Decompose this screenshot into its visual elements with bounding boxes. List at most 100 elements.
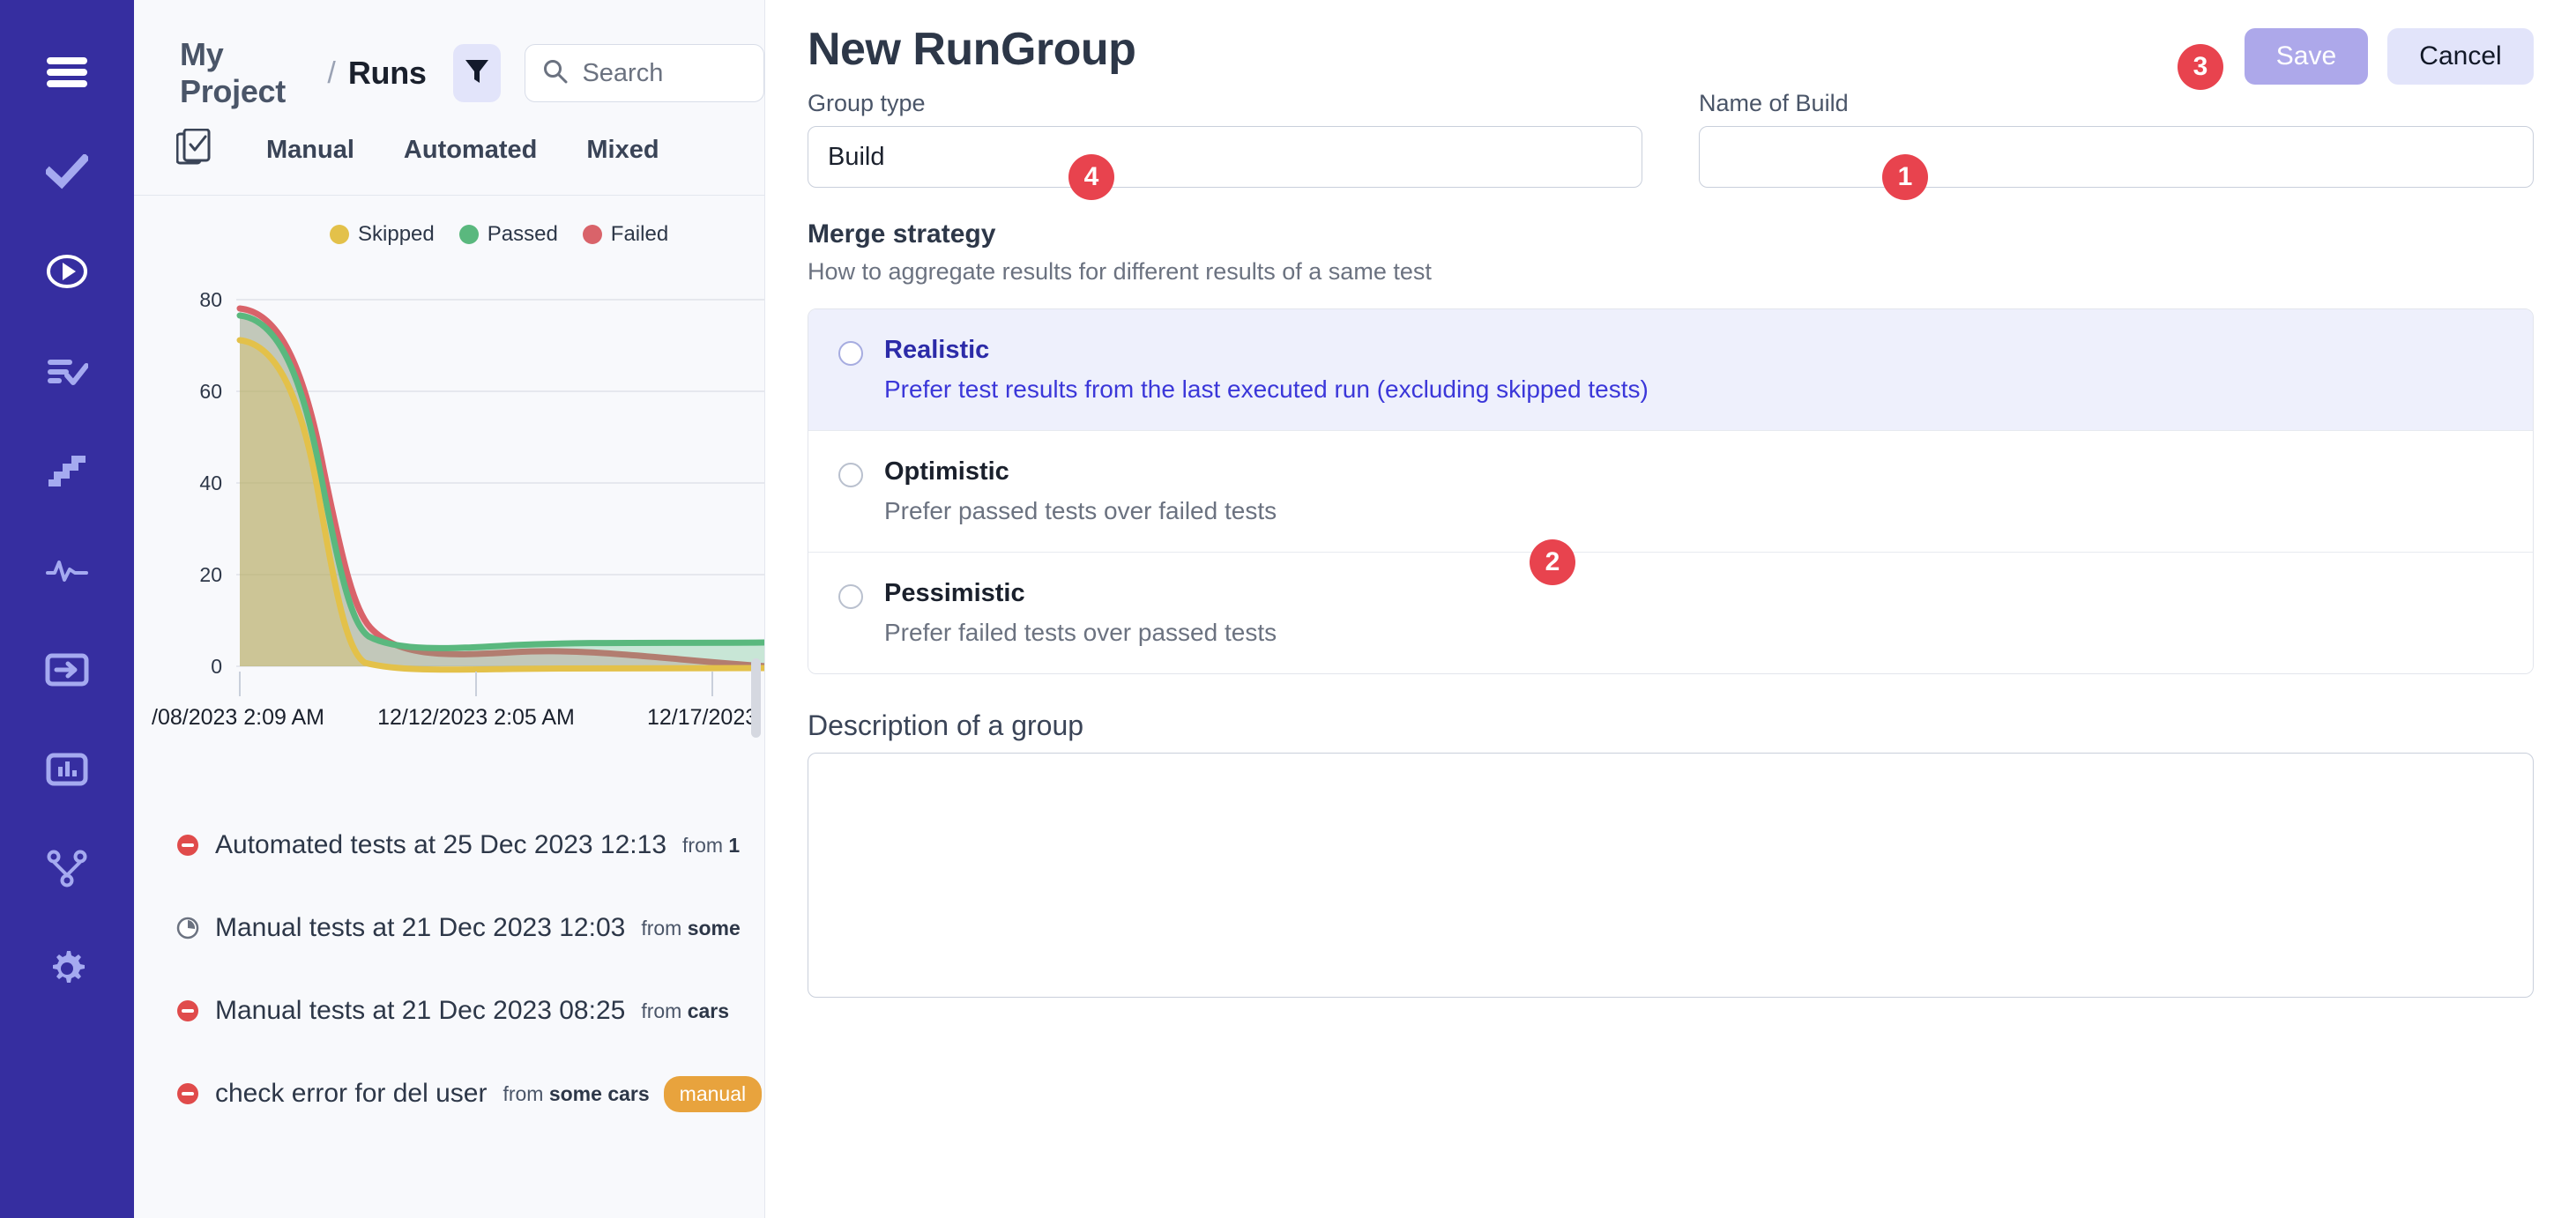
name-of-build-label: Name of Build: [1699, 90, 1849, 116]
tab-manual[interactable]: Manual: [242, 136, 379, 165]
legend-item-failed[interactable]: Failed: [582, 222, 669, 247]
radio-realistic[interactable]: [838, 341, 863, 366]
name-of-build-field: Name of Build: [1699, 90, 2534, 188]
checklist-icon: [175, 128, 212, 172]
list-item[interactable]: check error for del user from some cars …: [134, 1052, 764, 1135]
activity-pulse-icon: [46, 557, 88, 583]
svg-text:40: 40: [199, 472, 222, 494]
list-item[interactable]: Manual tests at 21 Dec 2023 12:03 from s…: [134, 887, 764, 969]
sidebar-item-steps[interactable]: [32, 435, 102, 506]
strategy-option-pessimistic[interactable]: Pessimistic Prefer failed tests over pas…: [808, 553, 2533, 673]
sidebar-item-plans[interactable]: [32, 336, 102, 406]
check-icon: [46, 154, 88, 189]
strategy-description: Prefer test results from the last execut…: [884, 375, 1649, 403]
strategy-option-realistic[interactable]: Realistic Prefer test results from the l…: [808, 309, 2533, 431]
svg-text:60: 60: [199, 380, 222, 403]
radio-optimistic[interactable]: [838, 463, 863, 487]
legend-dot-skipped: [330, 225, 349, 244]
sidebar-item-runs[interactable]: [32, 236, 102, 307]
legend-item-skipped[interactable]: Skipped: [330, 222, 435, 247]
group-type-label: Group type: [808, 90, 926, 116]
strategy-description: Prefer failed tests over passed tests: [884, 619, 1277, 646]
status-in-progress-icon: [176, 917, 199, 939]
legend-label-failed: Failed: [610, 222, 669, 246]
hamburger-menu-icon: [47, 56, 87, 89]
form-header: New RunGroup Save Cancel: [808, 19, 2534, 85]
svg-text:0: 0: [211, 655, 222, 678]
legend-dot-passed: [458, 225, 479, 244]
search-input[interactable]: Search: [525, 44, 764, 102]
tab-all-icon-cell[interactable]: [175, 128, 242, 172]
gear-icon: [46, 947, 88, 990]
svg-text:80: 80: [199, 288, 222, 311]
sidebar-item-reports[interactable]: [32, 734, 102, 805]
import-arrow-icon: [45, 653, 89, 687]
new-rungroup-form: New RunGroup Save Cancel Group type Name…: [765, 0, 2576, 1218]
run-title: Manual tests at 21 Dec 2023 08:25: [215, 996, 626, 1025]
sidebar-item-menu[interactable]: [32, 37, 102, 108]
status-failed-icon: [176, 834, 199, 857]
run-source: from some: [641, 916, 741, 939]
run-source: from 1: [682, 833, 741, 857]
svg-text:/08/2023 2:09 AM: /08/2023 2:09 AM: [152, 705, 324, 730]
svg-text:12/17/2023 2: 12/17/2023 2: [647, 705, 765, 730]
legend-item-passed[interactable]: Passed: [458, 222, 558, 247]
tab-bar: Manual Automated Mixed: [134, 106, 764, 196]
run-title: Manual tests at 21 Dec 2023 12:03: [215, 913, 626, 942]
search-placeholder: Search: [582, 58, 664, 87]
run-source: from cars: [641, 999, 730, 1022]
run-tag[interactable]: manual: [663, 1075, 763, 1112]
tab-automated[interactable]: Automated: [379, 136, 562, 165]
bar-chart-icon: [46, 752, 88, 787]
status-failed-icon: [176, 999, 199, 1022]
sidebar-item-import[interactable]: [32, 635, 102, 705]
svg-text:12/12/2023 2:05 AM: 12/12/2023 2:05 AM: [377, 705, 575, 730]
sidebar-item-integrations[interactable]: [32, 834, 102, 904]
sidebar-item-settings[interactable]: [32, 933, 102, 1004]
form-actions: Save Cancel: [2245, 28, 2534, 85]
legend-dot-failed: [582, 225, 602, 244]
chart-scrollbar[interactable]: [751, 658, 761, 738]
description-label: Description of a group: [808, 709, 1084, 741]
list-item[interactable]: Manual tests at 21 Dec 2023 08:25 from c…: [134, 969, 764, 1052]
group-type-input[interactable]: [808, 126, 1642, 188]
branch-merge-icon: [47, 850, 87, 888]
sidebar-item-activity[interactable]: [32, 535, 102, 605]
strategy-description: Prefer passed tests over failed tests: [884, 497, 1277, 524]
app-root: My Project / Runs Search Manual Automate…: [0, 0, 2576, 1218]
merge-strategy-options: Realistic Prefer test results from the l…: [808, 308, 2534, 674]
run-source: from some cars: [503, 1081, 650, 1105]
strategy-option-optimistic[interactable]: Optimistic Prefer passed tests over fail…: [808, 431, 2533, 553]
strategy-name: Realistic: [884, 336, 990, 364]
breadcrumb-project[interactable]: My Project: [180, 36, 315, 110]
run-title: check error for del user: [215, 1079, 488, 1108]
merge-strategy-subtitle: How to aggregate results for different r…: [808, 258, 1432, 285]
play-circle-icon: [46, 250, 88, 293]
runs-panel: My Project / Runs Search Manual Automate…: [134, 0, 765, 1218]
merge-strategy-title: Merge strategy: [808, 219, 996, 249]
breadcrumb-separator: /: [327, 56, 336, 90]
strategy-name: Optimistic: [884, 457, 1009, 486]
sidebar: [0, 0, 134, 1218]
legend-label-skipped: Skipped: [358, 222, 435, 246]
list-item[interactable]: Automated tests at 25 Dec 2023 12:13 fro…: [134, 804, 764, 887]
run-title: Automated tests at 25 Dec 2023 12:13: [215, 830, 667, 859]
radio-pessimistic[interactable]: [838, 584, 863, 609]
run-list: Automated tests at 25 Dec 2023 12:13 fro…: [134, 777, 764, 1135]
tab-mixed[interactable]: Mixed: [562, 136, 683, 165]
save-button[interactable]: Save: [2245, 28, 2368, 85]
filter-button[interactable]: [452, 44, 502, 102]
stairs-icon: [47, 454, 87, 487]
list-check-icon: [46, 354, 88, 388]
search-icon: [543, 59, 568, 88]
name-of-build-input[interactable]: [1699, 126, 2534, 188]
strategy-name: Pessimistic: [884, 579, 1025, 607]
svg-text:20: 20: [199, 563, 222, 586]
description-textarea[interactable]: [808, 753, 2534, 998]
breadcrumb: My Project / Runs Search: [134, 0, 764, 109]
filter-icon: [464, 57, 490, 90]
cancel-button[interactable]: Cancel: [2387, 28, 2534, 85]
sidebar-item-tests[interactable]: [32, 137, 102, 207]
breadcrumb-current: Runs: [347, 55, 427, 91]
group-type-field: Group type: [808, 90, 1642, 188]
